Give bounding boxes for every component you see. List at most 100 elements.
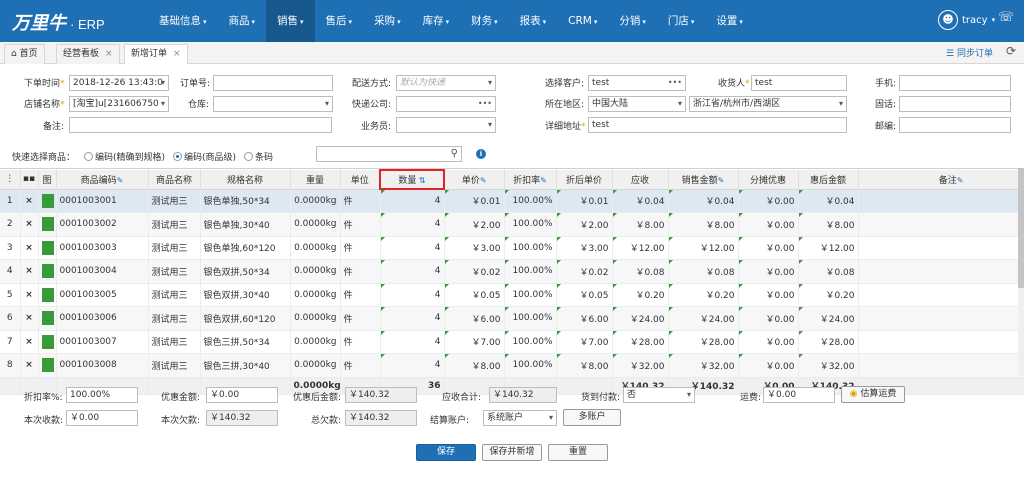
cell-price[interactable]: ￥7.00 — [444, 330, 505, 354]
receiver-input[interactable]: test — [751, 75, 847, 91]
nav-item[interactable]: 设置 ▾ — [705, 0, 754, 42]
express-select[interactable]: ••• — [396, 96, 496, 112]
cell-dprice[interactable]: ￥7.00 — [556, 330, 613, 354]
cell-disc[interactable]: 100.00% — [504, 189, 557, 213]
close-icon[interactable]: × — [173, 49, 181, 59]
cell-qty[interactable]: 4 — [380, 212, 445, 237]
estimate-freight-button[interactable]: ◉ 估算运费 — [841, 386, 905, 403]
delete-row-icon[interactable]: × — [20, 212, 39, 237]
cell-qty[interactable]: 4 — [380, 283, 445, 307]
cell-remark[interactable] — [858, 212, 1024, 237]
cell-qty[interactable]: 4 — [380, 259, 445, 284]
ship-method-select[interactable]: 默认为快递 ▾ — [396, 75, 496, 91]
cell-disc[interactable]: 100.00% — [504, 236, 557, 260]
discount-input[interactable]: 100.00% — [66, 387, 138, 403]
cell-amount[interactable]: ￥12.00 — [668, 236, 739, 260]
zip-input[interactable] — [899, 117, 1011, 133]
delete-row-icon[interactable]: × — [20, 330, 39, 354]
cell-disc[interactable]: 100.00% — [504, 259, 557, 284]
nav-item[interactable]: 库存 ▾ — [412, 0, 461, 42]
account-select[interactable]: 系统账户 ▾ — [483, 410, 557, 426]
order-time-input[interactable]: 2018-12-26 13:43:0 ▾ — [69, 75, 169, 91]
nav-item[interactable]: 分销 ▾ — [608, 0, 657, 42]
cell-price[interactable]: ￥2.00 — [444, 212, 505, 237]
cell-qty[interactable]: 4 — [380, 306, 445, 331]
cell-remark[interactable] — [858, 306, 1024, 331]
nav-item[interactable]: 报表 ▾ — [509, 0, 558, 42]
region-select[interactable]: 浙江省/杭州市/西湖区 ▾ — [689, 96, 847, 112]
col-shared-discount[interactable]: 分摊优惠 — [738, 170, 799, 190]
sync-orders-button[interactable]: ☰ 同步订单 — [946, 46, 993, 59]
col-remark[interactable]: 备注✎ — [858, 170, 1024, 190]
multi-account-button[interactable]: 多账户 — [563, 409, 621, 426]
delete-row-icon[interactable]: × — [20, 259, 39, 284]
radio-exact-code[interactable]: 编码(精确到规格) — [84, 150, 165, 163]
col-code[interactable]: 商品编码✎ — [56, 170, 149, 190]
table-row[interactable]: 4 × 0001003004 测试用三 银色双拼,50*34 0.0000kg 件 4 ￥0.0… — [0, 259, 1024, 284]
cell-amount[interactable]: ￥8.00 — [668, 212, 739, 237]
col-weight[interactable]: 重量 — [290, 170, 341, 190]
cell-qty[interactable]: 4 — [380, 236, 445, 260]
refresh-icon[interactable]: ⟳ — [1006, 44, 1016, 58]
paid-input[interactable]: ￥0.00 — [66, 410, 138, 426]
cell-amount[interactable]: ￥0.08 — [668, 259, 739, 284]
grid-scrollbar[interactable] — [1018, 168, 1024, 376]
app-logo[interactable]: 万里牛 · ERP — [12, 9, 105, 35]
salesman-select[interactable]: ▾ — [396, 117, 496, 133]
cell-remark[interactable] — [858, 236, 1024, 260]
table-row[interactable]: 8 × 0001003008 测试用三 银色三拼,30*40 0.0000kg 件 4 ￥8.0… — [0, 353, 1024, 378]
col-unit[interactable]: 单位 — [340, 170, 381, 190]
nav-item[interactable]: 采购 ▾ — [363, 0, 412, 42]
cell-disc[interactable]: 100.00% — [504, 212, 557, 237]
delete-row-icon[interactable]: × — [20, 283, 39, 307]
user-menu[interactable]: ☻ tracy ▾ — [938, 10, 995, 30]
cell-amount[interactable]: ￥24.00 — [668, 306, 739, 331]
cell-remark[interactable] — [858, 189, 1024, 213]
col-receivable[interactable]: 应收 — [612, 170, 669, 190]
cell-dprice[interactable]: ￥6.00 — [556, 306, 613, 331]
col-spec[interactable]: 规格名称 — [200, 170, 291, 190]
cell-dprice[interactable]: ￥0.01 — [556, 189, 613, 213]
region-country-select[interactable]: 中国大陆 ▾ — [588, 96, 686, 112]
phone-input[interactable] — [899, 96, 1011, 112]
cell-remark[interactable] — [858, 259, 1024, 284]
cell-qty[interactable]: 4 — [380, 189, 445, 213]
cell-dprice[interactable]: ￥8.00 — [556, 353, 613, 378]
promo-input[interactable]: ￥0.00 — [206, 387, 278, 403]
radio-product-code[interactable]: 编码(商品级) — [173, 150, 236, 163]
cell-price[interactable]: ￥0.02 — [444, 259, 505, 284]
headset-icon[interactable]: ☏ — [996, 10, 1016, 30]
col-price[interactable]: 单价✎ — [444, 170, 505, 190]
col-after-discount[interactable]: 惠后金额 — [798, 170, 859, 190]
cell-price[interactable]: ￥0.05 — [444, 283, 505, 307]
col-name[interactable]: 商品名称 — [148, 170, 201, 190]
reset-button[interactable]: 重置 — [548, 444, 608, 461]
col-sales-amount[interactable]: 销售金额✎ — [668, 170, 739, 190]
cell-disc[interactable]: 100.00% — [504, 306, 557, 331]
tab-dashboard[interactable]: 经营看板 × — [56, 44, 120, 64]
cell-dprice[interactable]: ￥0.02 — [556, 259, 613, 284]
cod-select[interactable]: 否 ▾ — [623, 387, 695, 403]
address-input[interactable]: test — [588, 117, 847, 133]
cell-qty[interactable]: 4 — [380, 330, 445, 354]
save-and-new-button[interactable]: 保存并新增 — [482, 444, 542, 461]
nav-item[interactable]: 销售 ▾ — [266, 0, 315, 42]
scrollbar-thumb[interactable] — [1018, 168, 1024, 288]
table-row[interactable]: 6 × 0001003006 测试用三 银色双拼,60*120 0.0000kg 件 4 ￥6.… — [0, 306, 1024, 331]
cell-remark[interactable] — [858, 353, 1024, 378]
cell-amount[interactable]: ￥28.00 — [668, 330, 739, 354]
shop-select[interactable]: [淘宝]u[231606750 ▾ — [69, 96, 169, 112]
delete-row-icon[interactable]: × — [20, 236, 39, 260]
tab-home[interactable]: ⌂ 首页 — [4, 44, 45, 64]
delete-row-icon[interactable]: × — [20, 189, 39, 213]
cell-amount[interactable]: ￥32.00 — [668, 353, 739, 378]
nav-item[interactable]: 基础信息 ▾ — [148, 0, 218, 42]
freight-input[interactable]: ￥0.00 — [763, 387, 835, 403]
warehouse-select[interactable]: ▾ — [213, 96, 333, 112]
nav-item[interactable]: 财务 ▾ — [460, 0, 509, 42]
cell-dprice[interactable]: ￥2.00 — [556, 212, 613, 237]
cell-price[interactable]: ￥0.01 — [444, 189, 505, 213]
radio-barcode[interactable]: 条码 — [244, 150, 273, 163]
save-button[interactable]: 保存 — [416, 444, 476, 461]
cell-remark[interactable] — [858, 283, 1024, 307]
